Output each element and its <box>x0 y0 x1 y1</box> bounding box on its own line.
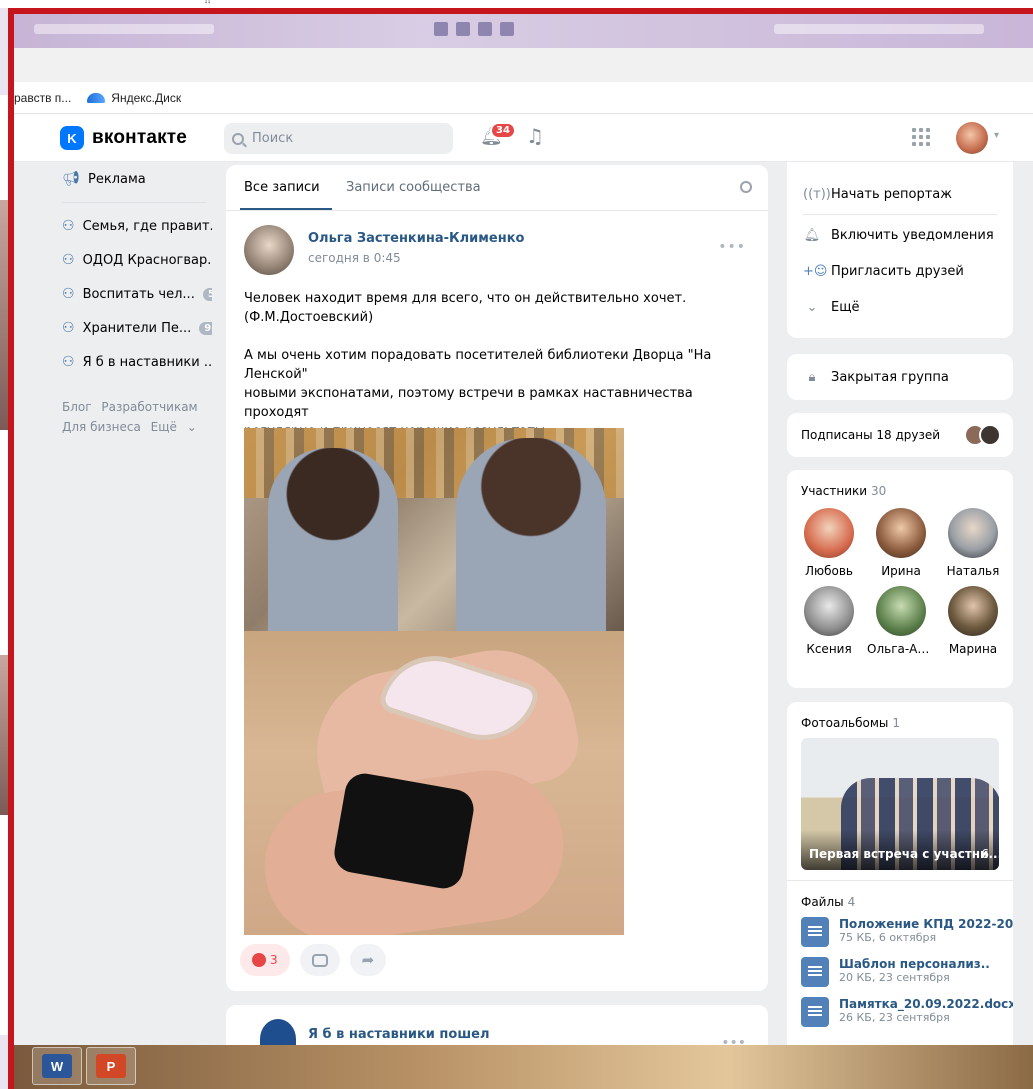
taskbar: W P <box>14 1045 1033 1089</box>
word-icon: W <box>42 1054 72 1078</box>
powerpoint-icon: P <box>96 1054 126 1078</box>
window-top-edge: ⠿ <box>0 0 1033 8</box>
taskbar-powerpoint-button[interactable]: P <box>86 1047 136 1085</box>
taskbar-word-button[interactable]: W <box>32 1047 82 1085</box>
red-frame-border <box>8 8 1033 1089</box>
